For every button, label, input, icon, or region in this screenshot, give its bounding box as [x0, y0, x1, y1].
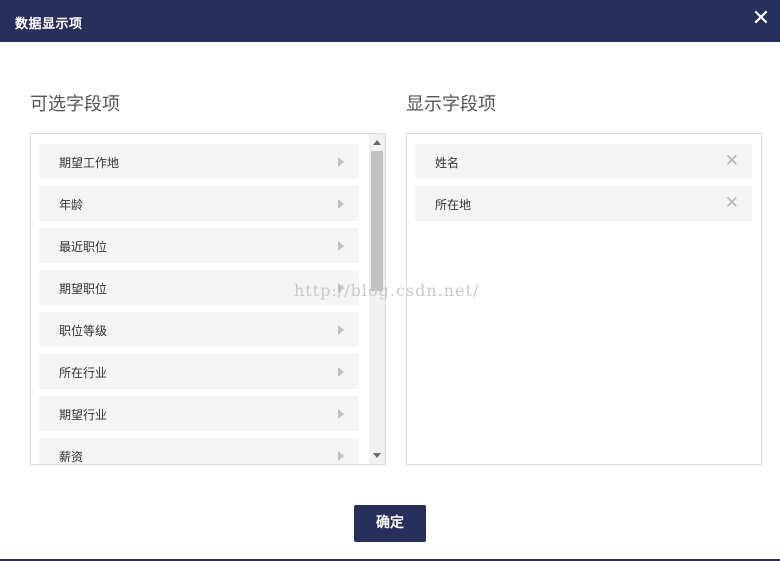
- close-icon[interactable]: ✕: [751, 8, 771, 30]
- selected-field-item[interactable]: 所在地 ✕: [415, 186, 752, 221]
- available-field-item[interactable]: 职位等级: [39, 312, 359, 347]
- selected-fields-heading: 显示字段项: [406, 94, 496, 115]
- available-fields-heading: 可选字段项: [30, 94, 120, 115]
- chevron-right-icon: [338, 241, 344, 251]
- selected-field-label: 姓名: [435, 156, 460, 170]
- confirm-button[interactable]: 确定: [354, 505, 426, 542]
- scroll-up-icon[interactable]: [373, 140, 381, 145]
- vertical-scrollbar[interactable]: [369, 134, 385, 464]
- chevron-right-icon: [338, 367, 344, 377]
- available-fields-list: 期望工作地 年龄 最近职位 期望职位 职位等级 所在行业 期望行业 薪资: [30, 133, 386, 465]
- data-display-dialog: 数据显示项 ✕ 可选字段项 显示字段项 期望工作地 年龄 最近职位 期望职位 职…: [0, 0, 780, 561]
- available-field-item[interactable]: 期望职位: [39, 270, 359, 305]
- remove-icon[interactable]: ✕: [725, 152, 739, 170]
- selected-field-label: 所在地: [435, 198, 472, 212]
- scroll-down-icon[interactable]: [373, 453, 381, 458]
- available-field-item[interactable]: 最近职位: [39, 228, 359, 263]
- available-field-item[interactable]: 所在行业: [39, 354, 359, 389]
- chevron-right-icon: [338, 283, 344, 293]
- chevron-right-icon: [338, 409, 344, 419]
- chevron-right-icon: [338, 451, 344, 461]
- dialog-title: 数据显示项: [15, 17, 83, 32]
- available-field-label: 期望职位: [59, 282, 108, 296]
- available-field-item[interactable]: 年龄: [39, 186, 359, 221]
- available-field-label: 职位等级: [59, 324, 108, 338]
- selected-field-item[interactable]: 姓名 ✕: [415, 144, 752, 179]
- remove-icon[interactable]: ✕: [725, 194, 739, 212]
- chevron-right-icon: [338, 157, 344, 167]
- chevron-right-icon: [338, 199, 344, 209]
- available-field-label: 期望行业: [59, 408, 108, 422]
- available-field-item[interactable]: 薪资: [39, 438, 359, 464]
- available-field-label: 最近职位: [59, 240, 108, 254]
- available-field-item[interactable]: 期望工作地: [39, 144, 359, 179]
- available-field-label: 年龄: [59, 198, 84, 212]
- available-field-label: 期望工作地: [59, 156, 120, 170]
- scroll-thumb[interactable]: [371, 151, 383, 291]
- available-field-label: 所在行业: [59, 366, 108, 380]
- available-field-label: 薪资: [59, 450, 84, 464]
- selected-fields-list: 姓名 ✕ 所在地 ✕: [406, 133, 762, 465]
- dialog-titlebar: 数据显示项 ✕: [0, 0, 780, 42]
- chevron-right-icon: [338, 325, 344, 335]
- available-field-item[interactable]: 期望行业: [39, 396, 359, 431]
